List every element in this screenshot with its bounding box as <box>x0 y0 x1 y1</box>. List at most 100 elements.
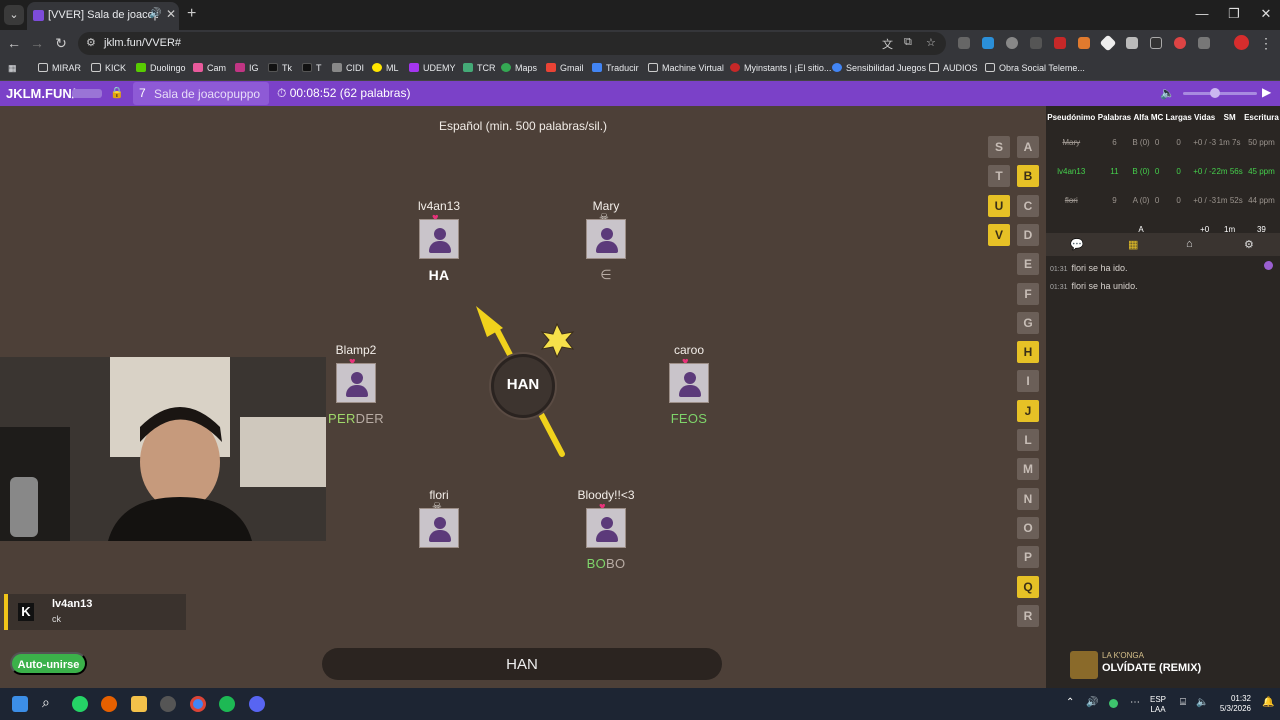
bookmark-udemy[interactable]: UDEMY <box>409 63 456 73</box>
network-icon[interactable]: ⌸ <box>1180 697 1186 708</box>
tab-search-button[interactable]: ⌄ <box>4 5 24 25</box>
room-info[interactable]: 7 Sala de joacopuppo <box>133 82 269 105</box>
file-explorer-icon[interactable] <box>131 696 147 712</box>
tcr-icon <box>463 63 473 72</box>
site-info-icon[interactable]: ⚙ <box>86 36 96 49</box>
collapse-sidebar-icon[interactable]: ▶ <box>1262 85 1271 99</box>
firefox-icon[interactable] <box>101 696 117 712</box>
scoreboard-cell-alfa: B (0) <box>1132 166 1150 176</box>
bonus-letter-tile: C <box>1017 194 1039 217</box>
word-input[interactable] <box>322 648 722 680</box>
shield-icon[interactable] <box>1126 37 1138 49</box>
chat-message: 01:31 flori se ha ido. <box>1050 263 1128 273</box>
status-tray-icon[interactable] <box>1109 699 1118 708</box>
scoreboard-cell-words: 9 <box>1112 195 1117 205</box>
auto-join-button[interactable]: Auto-unirse <box>10 652 87 675</box>
scoreboard-column-header[interactable]: Palabras <box>1097 106 1133 128</box>
tray-chevron-icon[interactable]: ⌃ <box>1066 697 1074 708</box>
system-clock[interactable]: 01:32 5/3/2026 <box>1215 694 1251 714</box>
back-button[interactable]: ← <box>6 35 22 51</box>
apps-grid-icon[interactable]: ▦ <box>8 63 17 74</box>
volume-slider-handle[interactable] <box>1210 88 1220 98</box>
stream-chat-notification: K lv4an13 ck <box>4 594 186 630</box>
scoreboard-column-header[interactable]: Vidas <box>1193 106 1216 128</box>
avatar <box>586 508 626 548</box>
extension-icon[interactable] <box>1006 37 1018 49</box>
language-indicator[interactable]: ESP LAA <box>1150 695 1166 715</box>
window-close-button[interactable]: ✕ <box>1256 6 1276 22</box>
lock-icon[interactable]: 🔒 <box>110 86 124 99</box>
scoreboard-column-header[interactable]: Largas <box>1164 106 1193 128</box>
whatsapp-icon[interactable] <box>72 696 88 712</box>
bookmark-machine-virtual[interactable]: Machine Virtual <box>648 63 724 73</box>
chrome-icon[interactable] <box>190 696 206 712</box>
scoreboard-column-header[interactable]: SM <box>1216 106 1243 128</box>
scoreboard-column-header[interactable]: Escritura <box>1243 106 1280 128</box>
room-player-count: 7 <box>139 86 146 100</box>
tray-icon[interactable]: ⋯ <box>1130 697 1140 708</box>
new-tab-button[interactable]: + <box>187 5 196 23</box>
bookmark-tk[interactable]: Tk <box>268 63 292 73</box>
extension-icon[interactable] <box>1030 37 1042 49</box>
bookmark-audios[interactable]: AUDIOS <box>929 63 978 73</box>
chat-tab-icon[interactable]: 💬 <box>1070 238 1084 251</box>
translate-icon[interactable]: 文 <box>882 36 893 52</box>
room-tab-icon[interactable]: ⌂ <box>1186 238 1193 250</box>
site-brand[interactable]: JKLM.FUN/ <box>6 86 75 101</box>
reload-button[interactable]: ↻ <box>53 35 69 52</box>
bookmark-duolingo[interactable]: Duolingo <box>136 63 186 73</box>
audio-playing-icon[interactable]: 🔊 <box>149 8 161 19</box>
volume-icon[interactable]: 🔈 <box>1160 86 1175 100</box>
start-windows-icon[interactable] <box>12 696 28 712</box>
scoreboard-column-header[interactable]: Alfa <box>1132 106 1150 128</box>
spotify-icon[interactable] <box>219 696 235 712</box>
browser-menu-icon[interactable]: ⋮ <box>1258 35 1274 52</box>
bonus-letter-tile: Q <box>1017 575 1039 598</box>
profile-avatar[interactable] <box>1234 35 1249 50</box>
search-icon[interactable]: ⌕ <box>42 694 58 710</box>
volume-tray-icon[interactable]: 🔈 <box>1196 697 1208 708</box>
cast-icon[interactable]: ⧉ <box>904 36 912 49</box>
extension-icon[interactable] <box>1078 37 1090 49</box>
bookmark-obra-social[interactable]: Obra Social Teleme... <box>985 63 1085 73</box>
discord-icon[interactable] <box>249 696 265 712</box>
bookmark-kick[interactable]: KICK <box>91 63 126 73</box>
settings-gear-icon[interactable]: ⚙ <box>1244 238 1254 251</box>
scoreboard-column-header[interactable]: Pseudónimo <box>1046 106 1097 128</box>
browser-tab[interactable]: [VVER] Sala de joacopuppo 🔊 ✕ <box>27 2 179 30</box>
bookmark-mirar[interactable]: MIRAR <box>38 63 81 73</box>
bookmark-star-icon[interactable]: ☆ <box>926 36 936 49</box>
scoreboard-column-header[interactable]: MC <box>1150 106 1165 128</box>
extension-icon[interactable] <box>982 37 994 49</box>
forward-button[interactable]: → <box>29 35 45 51</box>
bookmark-cam[interactable]: Cam <box>193 63 226 73</box>
bookmark-myinstants[interactable]: Myinstants | ¡El sitio... <box>730 63 831 73</box>
audio-tray-icon[interactable]: 🔊 <box>1086 697 1098 708</box>
scoreboard-cell-sm: 1m 52s <box>1216 195 1243 205</box>
volume-slider[interactable] <box>1183 92 1257 95</box>
address-bar[interactable]: ⚙ jklm.fun/VVER# 文 ⧉ ☆ <box>78 32 946 55</box>
bookmark-ml[interactable]: ML <box>372 63 399 73</box>
minimize-button[interactable]: — <box>1192 6 1212 21</box>
notifications-icon[interactable]: 🔔 <box>1262 697 1274 708</box>
player-word: HA <box>428 267 450 283</box>
extension-icon[interactable] <box>958 37 970 49</box>
bookmark-maps[interactable]: Maps <box>501 63 537 73</box>
adblock-icon[interactable] <box>1054 37 1066 49</box>
app-icon[interactable] <box>160 696 176 712</box>
rules-tab-icon[interactable]: ▦ <box>1128 238 1138 251</box>
extension-icon[interactable] <box>1174 37 1186 49</box>
bookmark-ig[interactable]: IG <box>235 63 259 73</box>
tab-close-icon[interactable]: ✕ <box>166 7 176 21</box>
udemy-icon <box>409 63 419 72</box>
bookmark-traducir[interactable]: Traducir <box>592 63 639 73</box>
bookmark-gmail[interactable]: Gmail <box>546 63 584 73</box>
extension-icon[interactable] <box>1150 37 1162 49</box>
bookmark-cidi[interactable]: CIDI <box>332 63 364 73</box>
bookmark-sensibilidad[interactable]: Sensibilidad Juegos <box>832 63 926 73</box>
bookmark-x[interactable]: T <box>302 63 322 73</box>
extensions-puzzle-icon[interactable] <box>1198 37 1210 49</box>
bookmark-tcr[interactable]: TCR <box>463 63 496 73</box>
extension-icon[interactable] <box>1099 34 1117 52</box>
restore-button[interactable]: ❐ <box>1224 6 1244 22</box>
